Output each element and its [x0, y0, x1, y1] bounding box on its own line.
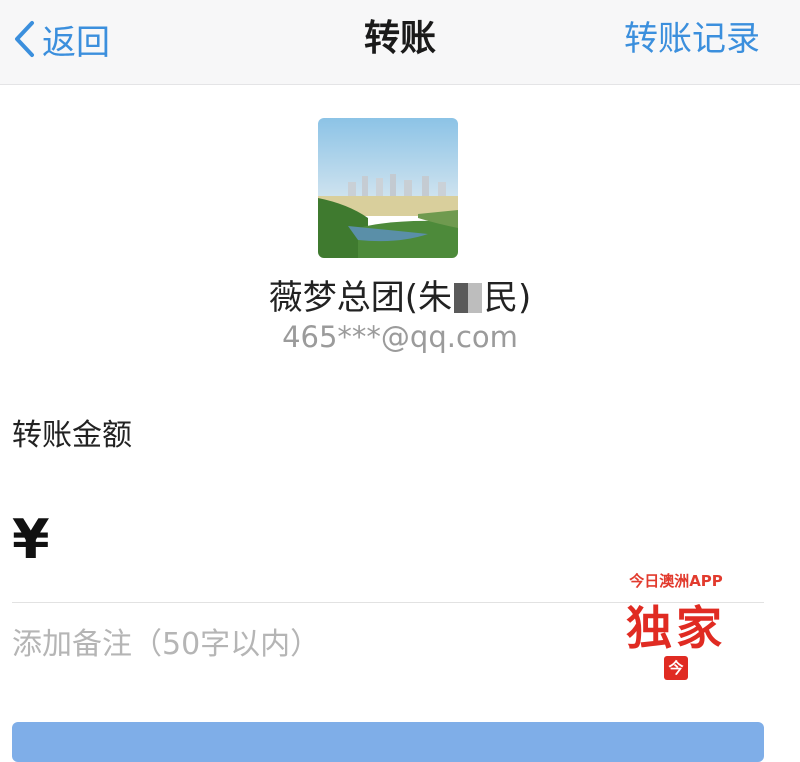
- nav-bar: 返回 转账 转账记录: [0, 0, 800, 85]
- confirm-transfer-button[interactable]: [12, 722, 764, 762]
- transfer-history-link[interactable]: 转账记录: [624, 14, 760, 64]
- watermark-seal: 今: [664, 656, 688, 680]
- name-mask: [454, 283, 482, 313]
- watermark-text: 独家: [626, 601, 726, 655]
- amount-label: 转账金额: [12, 418, 132, 453]
- recipient-name-suffix: 民): [484, 278, 532, 318]
- remark-input[interactable]: [10, 618, 604, 670]
- watermark: 今日澳洲APP 独家 今: [612, 570, 740, 690]
- avatar: [318, 118, 458, 258]
- watermark-caption: 今日澳洲APP: [629, 572, 723, 590]
- recipient-name-prefix: 薇梦总团(朱: [268, 278, 452, 318]
- recipient-account: 465***@qq.com: [282, 320, 518, 354]
- currency-symbol: ¥: [12, 508, 50, 571]
- recipient-name: 薇梦总团(朱 民): [0, 270, 800, 319]
